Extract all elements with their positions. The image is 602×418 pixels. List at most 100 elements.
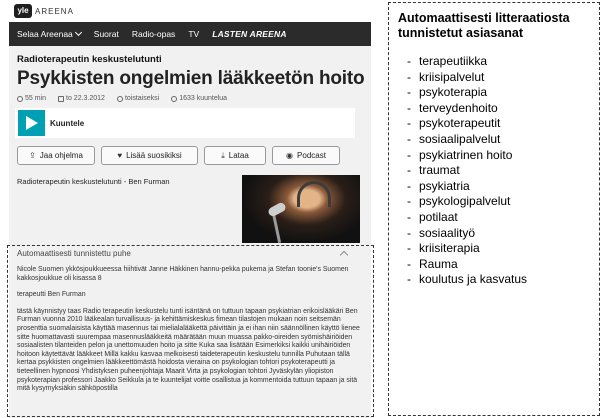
keyword-item: - kriisiterapia [398, 241, 589, 257]
publish-date-value: to 22.3.2012 [66, 95, 105, 102]
download-icon: ⤓ [221, 150, 225, 160]
bullet: - [407, 131, 411, 146]
keyword-item: - sosiaalityö [398, 226, 589, 242]
nav-item-selaa-areenaa[interactable]: Selaa Areenaa [17, 28, 82, 39]
mic-stand-shape [271, 213, 282, 243]
headphones-icon [171, 95, 178, 102]
keyword-item: - traumat [398, 163, 589, 179]
headphones-shape [297, 181, 331, 207]
keyword-text: kriisiterapia [419, 241, 480, 256]
keywords-title: Automaattisesti litteraatiosta tunnistet… [398, 11, 570, 40]
listen-count: 1633 kuuntelua [171, 95, 227, 102]
availability-value: toistaiseksi [124, 95, 160, 102]
series-title[interactable]: Radioterapeutin keskustelutunti [17, 54, 371, 65]
availability: toistaiseksi [116, 95, 160, 102]
main-nav: Selaa Areenaa Suorat Radio-opas TV LASTE… [9, 22, 371, 46]
add-favourite-button[interactable]: ♥ Lisää suosikiksi [101, 146, 198, 165]
bullet: - [407, 147, 411, 162]
action-buttons: ⇪ Jaa ohjelma ♥ Lisää suosikiksi ⤓ Lataa… [17, 146, 371, 165]
bullet: - [407, 54, 411, 68]
keyword-item: - psykoterapia [398, 85, 589, 101]
duration-value: 55 min [25, 95, 47, 102]
player-label[interactable]: Kuuntele [50, 119, 84, 128]
transcript-paragraph: Nicole Suomen ykkösjoukkueessa hiihtivät… [17, 266, 349, 282]
keyword-item: - sosiaalipalvelut [398, 132, 589, 148]
share-icon: ⇪ [29, 151, 36, 160]
clock-icon [17, 95, 23, 102]
keywords-panel: Automaattisesti litteraatiosta tunnistet… [388, 2, 600, 416]
play-button[interactable] [18, 110, 45, 136]
keyword-item: - Rauma [398, 257, 589, 273]
podcast-button-label: Podcast [297, 151, 326, 160]
publish-date: to 22.3.2012 [58, 95, 105, 102]
calendar-icon [58, 95, 65, 102]
keyword-item: - psykoterapeutit [398, 116, 589, 132]
podcast-icon: ◉ [286, 151, 294, 160]
nav-item-tv[interactable]: TV [188, 29, 199, 39]
keyword-item: - kriisipalvelut [398, 70, 589, 86]
keyword-text: terapeutiikka [419, 54, 488, 68]
listen-count-value: 1633 kuuntelua [179, 95, 228, 102]
program-description: Radioterapeutin keskustelutunti - Ben Fu… [17, 177, 170, 186]
microphone-shape [266, 201, 288, 218]
chevron-up-icon[interactable] [339, 250, 349, 260]
keyword-text: kriisipalvelut [419, 69, 485, 84]
duration: 55 min [17, 95, 46, 102]
transcript-heading: Automaattisesti tunnistettu puhe [17, 249, 131, 258]
transcript-panel: Automaattisesti tunnistettu puhe Nicole … [9, 245, 371, 418]
yle-logo[interactable]: yle [14, 4, 32, 18]
bullet: - [407, 272, 411, 287]
transcript-paragraph: tästä käynnistyy taas Radio terapeutin k… [17, 307, 360, 393]
chevron-down-icon [74, 28, 82, 37]
bullet: - [407, 85, 411, 100]
keyword-text: psykologipalvelut [419, 194, 511, 209]
top-bar: yle AREENA [9, 0, 371, 22]
episode-title: Psykkisten ongelmien lääkkeetön hoito [17, 68, 365, 89]
bullet: - [407, 241, 411, 256]
keyword-text: Rauma [419, 256, 458, 271]
keyword-item: - psykologipalvelut [398, 194, 589, 210]
keyword-item: - psykiatria [398, 179, 589, 195]
download-button[interactable]: ⤓ Lataa [204, 146, 266, 165]
areena-brand[interactable]: AREENA [35, 7, 74, 16]
bullet: - [407, 163, 411, 178]
transcript-paragraph: terapeutti Ben Furman [17, 291, 86, 299]
nav-item-lasten-areena[interactable]: LASTEN AREENA [212, 29, 287, 39]
bullet: - [407, 100, 411, 115]
transcript-header[interactable]: Automaattisesti tunnistettu puhe [17, 249, 365, 260]
keyword-text: psykoterapeutit [419, 116, 501, 131]
bullet: - [407, 116, 411, 131]
keyword-text: sosiaalipalvelut [419, 131, 501, 146]
share-button-label: Jaa ohjelma [39, 151, 83, 160]
share-button[interactable]: ⇪ Jaa ohjelma [17, 146, 95, 165]
keywords-list: - terapeutiikka - kriisipalvelut - psykoter… [398, 54, 589, 288]
keyword-item: - koulutus ja kasvatus [398, 272, 589, 288]
keyword-text: psykoterapia [419, 85, 488, 100]
nav-item-radio-opas[interactable]: Radio-opas [132, 29, 175, 39]
bullet: - [407, 256, 411, 271]
areena-screenshot: yle AREENA Selaa Areenaa Suorat Radio-op… [9, 0, 371, 418]
keyword-text: sosiaalityö [419, 225, 476, 240]
keyword-text: potilaat [419, 209, 458, 224]
audio-player: Kuuntele [15, 108, 355, 138]
keyword-text: psykiatrinen hoito [419, 147, 513, 162]
keyword-text: traumat [419, 163, 460, 178]
play-icon [26, 116, 38, 130]
keyword-item: - terveydenhoito [398, 101, 589, 117]
download-button-label: Lataa [228, 151, 249, 160]
bullet: - [407, 209, 411, 224]
nav-item-suorat[interactable]: Suorat [94, 29, 119, 39]
keyword-text: koulutus ja kasvatus [419, 272, 528, 287]
availability-icon [116, 95, 123, 102]
podcast-button[interactable]: ◉ Podcast [272, 146, 340, 165]
bullet: - [407, 178, 411, 193]
keyword-item: - psykiatrinen hoito [398, 148, 589, 164]
keyword-text: terveydenhoito [419, 100, 498, 115]
heart-icon: ♥ [117, 151, 123, 160]
nav-item-label: Selaa Areenaa [17, 29, 73, 39]
add-favourite-button-label: Lisää suosikiksi [126, 151, 182, 160]
keyword-item: - terapeutiikka [398, 54, 589, 70]
program-photo [242, 175, 360, 243]
keyword-item: - potilaat [398, 210, 589, 226]
bullet: - [407, 225, 411, 240]
